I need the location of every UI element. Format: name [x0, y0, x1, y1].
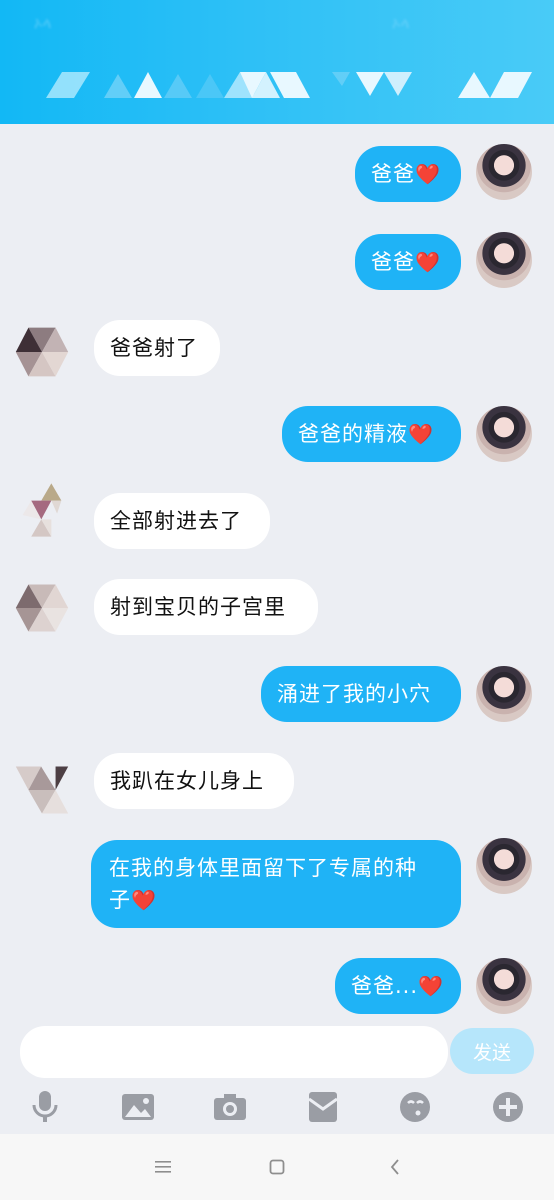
header-title-left: ኦላ [34, 14, 52, 32]
header-decoration [46, 72, 532, 98]
user-avatar[interactable] [476, 144, 532, 200]
header-title-right: ኦላ [392, 14, 410, 32]
message-text: 射到宝贝的子宫里 [110, 595, 286, 619]
image-icon[interactable] [121, 1090, 155, 1124]
user-avatar[interactable] [476, 666, 532, 722]
message-text: 我趴在女儿身上 [110, 769, 264, 793]
message-bubble-incoming[interactable]: 爸爸射了 [94, 320, 220, 376]
message-text: 子 [109, 888, 131, 912]
contact-avatar[interactable] [14, 482, 70, 538]
input-toolbar [0, 1082, 554, 1132]
user-avatar[interactable] [476, 232, 532, 288]
message-bubble-outgoing[interactable]: 爸爸...❤️ [335, 958, 461, 1014]
heart-emoji: ❤️ [418, 974, 444, 998]
heart-emoji: ❤️ [415, 162, 441, 186]
system-nav-bar [0, 1134, 554, 1200]
heart-emoji: ❤️ [415, 250, 441, 274]
contact-avatar[interactable] [14, 580, 70, 636]
message-text: 在我的身体里面留下了专属的种 [109, 856, 417, 880]
message-bubble-outgoing[interactable]: 爸爸❤️ [355, 234, 461, 290]
message-text: 爸爸 [371, 162, 415, 186]
message-bubble-incoming[interactable]: 全部射进去了 [94, 493, 270, 549]
contact-avatar[interactable] [14, 324, 70, 380]
heart-emoji: ❤️ [131, 888, 157, 912]
message-bubble-incoming[interactable]: 我趴在女儿身上 [94, 753, 294, 809]
red-packet-icon[interactable] [306, 1090, 340, 1124]
message-input[interactable] [20, 1026, 448, 1078]
message-text: 全部射进去了 [110, 509, 242, 533]
emoji-icon[interactable] [398, 1090, 432, 1124]
camera-icon[interactable] [213, 1090, 247, 1124]
message-text: 爸爸... [351, 974, 419, 998]
message-bubble-outgoing[interactable]: 爸爸❤️ [355, 146, 461, 202]
menu-icon[interactable] [150, 1154, 176, 1180]
home-icon[interactable] [264, 1154, 290, 1180]
microphone-icon[interactable] [28, 1090, 62, 1124]
message-bubble-outgoing[interactable]: 爸爸的精液❤️ [282, 406, 461, 462]
send-button[interactable]: 发送 [450, 1028, 534, 1074]
message-text: 涌进了我的小穴 [277, 682, 431, 706]
contact-avatar[interactable] [14, 762, 70, 818]
message-bubble-outgoing[interactable]: 涌进了我的小穴 [261, 666, 461, 722]
back-icon[interactable] [382, 1154, 408, 1180]
message-text: 爸爸 [371, 250, 415, 274]
message-text: 爸爸的精液 [298, 422, 408, 446]
plus-icon[interactable] [491, 1090, 525, 1124]
message-bubble-incoming[interactable]: 射到宝贝的子宫里 [94, 579, 318, 635]
heart-emoji: ❤️ [408, 422, 434, 446]
user-avatar[interactable] [476, 958, 532, 1014]
chat-header: ኦላ ኦላ [0, 0, 554, 124]
message-text: 爸爸射了 [110, 336, 198, 360]
user-avatar[interactable] [476, 838, 532, 894]
message-bubble-outgoing[interactable]: 在我的身体里面留下了专属的种 子❤️ [91, 840, 461, 928]
user-avatar[interactable] [476, 406, 532, 462]
